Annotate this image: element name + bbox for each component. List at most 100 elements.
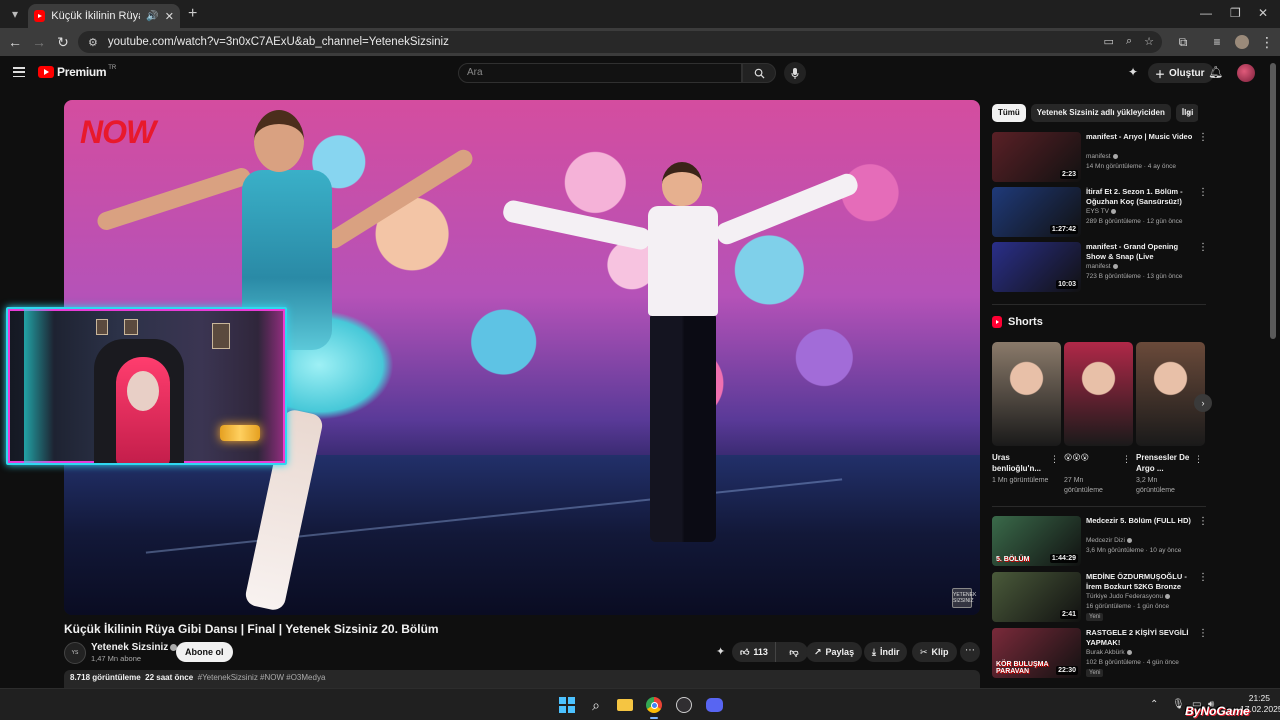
dislike-button[interactable]: 👎︎ [780, 642, 808, 662]
new-tab-button[interactable]: + [188, 5, 197, 23]
channel-name-wrap[interactable]: Yetenek Sizsiniz [91, 642, 178, 653]
channel-name-wrap[interactable]: manifest [1086, 263, 1118, 270]
guide-menu-icon[interactable] [13, 67, 25, 77]
browser-menu-icon[interactable]: ⋮ [1258, 33, 1276, 51]
video-title[interactable]: manifest - Arıyo | Music Video [1086, 132, 1196, 142]
windows-start-icon[interactable] [557, 695, 577, 715]
tray-overflow-icon[interactable]: ⌃ [1150, 699, 1158, 710]
hashtags[interactable]: #YetenekSizsiniz #NOW #O3Medya [198, 673, 326, 682]
video-title[interactable]: İtiraf Et 2. Sezon 1. Bölüm - Oğuzhan Ko… [1086, 187, 1196, 207]
short-thumbnail[interactable] [992, 342, 1061, 446]
video-title[interactable]: manifest - Grand Opening Show & Snap (Li… [1086, 242, 1196, 262]
back-icon[interactable]: ← [6, 33, 24, 51]
search-button[interactable] [742, 63, 776, 83]
chevron-right-icon[interactable]: › [1187, 107, 1190, 118]
recommended-video[interactable]: 10:03 manifest - Grand Opening Show & Sna… [992, 242, 1208, 292]
audio-playing-icon[interactable]: 🔊 [146, 11, 158, 22]
more-options-icon[interactable]: ⋮ [1050, 454, 1059, 465]
short-item[interactable]: Prensesler De Argo ... 3,2 Mn görüntüleme… [1136, 342, 1205, 496]
channel-avatar[interactable]: YS [64, 642, 86, 664]
recommended-video[interactable]: 1:27:42 İtiraf Et 2. Sezon 1. Bölüm - Oğu… [992, 187, 1208, 237]
restore-icon[interactable]: ❐ [1230, 6, 1241, 20]
tab-search-icon[interactable]: ▾ [6, 5, 24, 23]
search-input[interactable]: Ara [458, 63, 742, 83]
more-options-icon[interactable]: ⋮ [1198, 628, 1208, 639]
channel-name[interactable]: Burak Akbürk [1086, 649, 1125, 656]
channel-name[interactable]: Yetenek Sizsiniz [91, 642, 168, 653]
channel-name[interactable]: EYS TV [1086, 208, 1109, 215]
create-button[interactable]: ＋ Oluştur [1148, 63, 1214, 83]
channel-name[interactable]: Medcezir Dizi [1086, 537, 1125, 544]
video-thumbnail[interactable]: 10:03 [992, 242, 1081, 292]
address-bar[interactable]: ⚙ youtube.com/watch?v=3n0xC7AExU&ab_chan… [78, 31, 1162, 53]
profile-avatar-icon[interactable] [1233, 33, 1251, 51]
more-options-icon[interactable]: ⋮ [1194, 454, 1203, 465]
video-thumbnail[interactable]: 1:27:42 [992, 187, 1081, 237]
video-title[interactable]: MEDİNE ÖZDURMUŞOĞLU - İrem Bozkurt 52KG … [1086, 572, 1196, 592]
discord-icon[interactable] [704, 695, 724, 715]
more-options-icon[interactable]: ⋮ [1122, 454, 1131, 465]
chip-from-uploader[interactable]: Yetenek Sizsiniz adlı yükleyiciden [1030, 104, 1171, 122]
channel-name-wrap[interactable]: manifest [1086, 153, 1118, 160]
like-button[interactable]: 👍︎ 113 [732, 642, 776, 662]
recommended-video[interactable]: 2:41 MEDİNE ÖZDURMUŞOĞLU - İrem Bozkurt 5… [992, 572, 1208, 622]
video-title[interactable]: Medcezir 5. Bölüm (FULL HD) [1086, 516, 1196, 526]
channel-name[interactable]: manifest [1086, 263, 1111, 270]
short-thumbnail[interactable] [1136, 342, 1205, 446]
subscribe-button[interactable]: Abone ol [176, 642, 233, 662]
short-title[interactable]: Uras benlioğlu'n... [992, 452, 1050, 474]
forward-icon[interactable]: → [30, 33, 48, 51]
more-options-icon[interactable]: ⋮ [1198, 572, 1208, 583]
more-options-icon[interactable]: ⋮ [1198, 187, 1208, 198]
short-title[interactable]: 😮😮😮 [1064, 452, 1122, 474]
clip-button[interactable]: ✂ Klip [912, 642, 957, 662]
video-thumbnail[interactable]: 5. BÖLÜM 1:44:29 [992, 516, 1081, 566]
video-thumbnail[interactable]: 2:23 [992, 132, 1081, 182]
video-thumbnail[interactable]: 2:41 [992, 572, 1081, 622]
close-tab-icon[interactable]: ✕ [165, 10, 174, 23]
reading-list-icon[interactable]: ≡ [1208, 33, 1226, 51]
browser-tab-active[interactable]: Küçük İkilinin Rüya Gibi Dans 🔊 ✕ [28, 4, 180, 28]
extensions-icon[interactable]: ⧉ [1174, 33, 1192, 51]
short-thumbnail[interactable] [1064, 342, 1133, 446]
channel-name[interactable]: manifest [1086, 153, 1111, 160]
obs-icon[interactable] [674, 695, 694, 715]
file-explorer-icon[interactable] [615, 695, 635, 715]
recommended-video[interactable]: KÖR BULUŞMA PARAVAN 22:30 RASTGELE 2 KİŞİY… [992, 628, 1208, 678]
sparkle-ask-icon[interactable]: ✦ [716, 645, 725, 658]
reload-icon[interactable]: ↻ [54, 33, 72, 51]
voice-search-button[interactable] [784, 62, 806, 84]
chrome-icon[interactable] [644, 695, 664, 719]
tray-mic-icon[interactable]: 🎙︎ [1172, 699, 1185, 710]
taskbar-search-icon[interactable]: ⌕ [586, 695, 606, 715]
youtube-logo[interactable]: Premium TR [38, 65, 116, 79]
share-button[interactable]: ↗ Paylaş [806, 642, 863, 662]
more-options-icon[interactable]: ⋮ [1198, 516, 1208, 527]
studio-cast-icon[interactable]: ✦ [1128, 65, 1138, 79]
chip-all[interactable]: Tümü [992, 104, 1026, 122]
site-info-icon[interactable]: ⚙ [88, 36, 98, 49]
download-button[interactable]: ⤓ İndir [864, 642, 908, 662]
account-avatar[interactable] [1237, 64, 1255, 82]
page-scrollbar[interactable] [1270, 63, 1276, 339]
shorts-next-chevron-icon[interactable]: › [1194, 394, 1212, 412]
channel-name-wrap[interactable]: Türkiye Judo Federasyonu [1086, 593, 1170, 600]
short-item[interactable]: 😮😮😮 27 Mn görüntüleme ⋮ [1064, 342, 1133, 496]
recommended-video[interactable]: 2:23 manifest - Arıyo | Music Video manife… [992, 132, 1208, 182]
close-window-icon[interactable]: ✕ [1258, 6, 1268, 20]
description-box[interactable]: 8.718 görüntüleme 22 saat önce #YetenekS… [64, 670, 980, 688]
channel-name-wrap[interactable]: Burak Akbürk [1086, 649, 1132, 656]
channel-name[interactable]: Türkiye Judo Federasyonu [1086, 593, 1163, 600]
channel-name-wrap[interactable]: EYS TV [1086, 208, 1117, 215]
video-title[interactable]: RASTGELE 2 KİŞİYİ SEVGİLİ YAPMAK! [1086, 628, 1196, 648]
notifications-bell-icon[interactable]: 🔔︎ [1208, 65, 1223, 79]
more-options-icon[interactable]: ⋮ [1198, 132, 1208, 143]
cast-icon[interactable]: ▭ [1104, 35, 1114, 48]
channel-name-wrap[interactable]: Medcezir Dizi [1086, 537, 1133, 544]
short-item[interactable]: Uras benlioğlu'n... 1 Mn görüntüleme ⋮ [992, 342, 1061, 486]
zoom-icon[interactable]: ⌕ [1126, 35, 1132, 48]
recommended-video[interactable]: 5. BÖLÜM 1:44:29 Medcezir 5. Bölüm (FULL H… [992, 516, 1208, 566]
more-actions-button[interactable]: ⋯ [960, 642, 980, 662]
video-thumbnail[interactable]: KÖR BULUŞMA PARAVAN 22:30 [992, 628, 1081, 678]
bookmark-star-icon[interactable]: ☆ [1144, 35, 1154, 48]
